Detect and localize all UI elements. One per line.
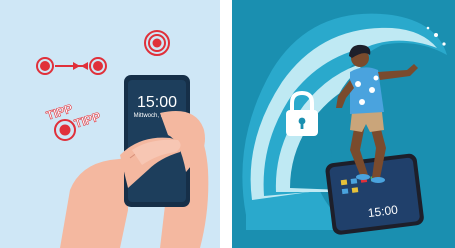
tap-target-icon xyxy=(144,30,170,56)
right-illustration-panel: 15:00 xyxy=(232,0,455,248)
phone-clock: 15:00 xyxy=(137,94,177,111)
right-illustration: 15:00 xyxy=(232,0,455,248)
left-illustration-panel: TIPP TIPP 15:00 Mittwoch, 17. Mai xyxy=(0,0,220,248)
left-illustration: TIPP TIPP 15:00 Mittwoch, 17. Mai xyxy=(0,0,220,248)
